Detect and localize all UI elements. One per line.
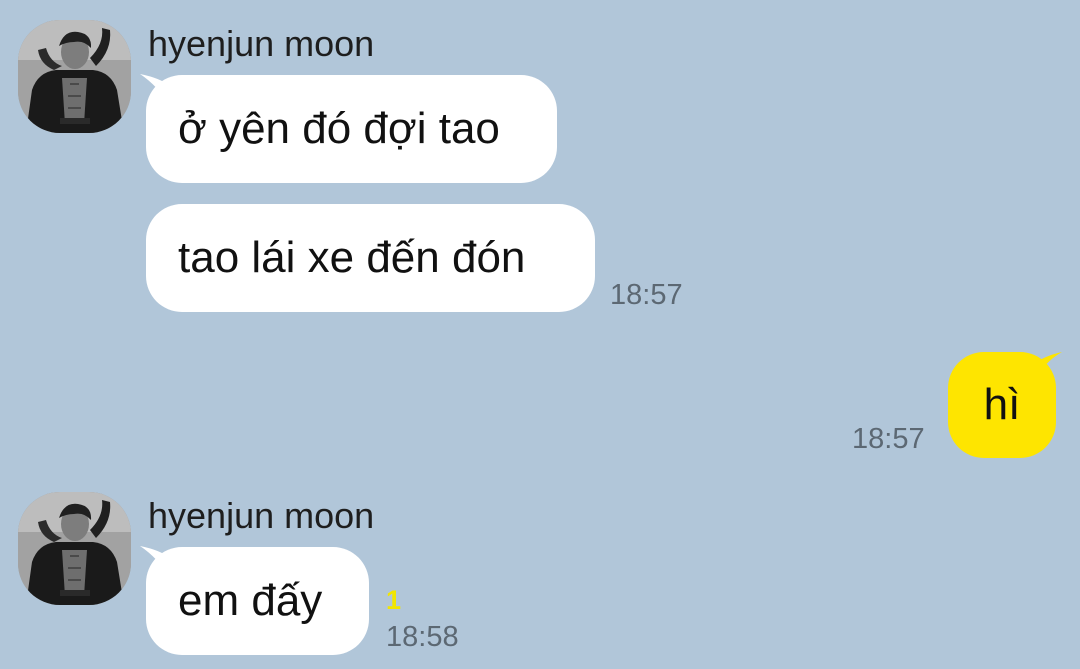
bubble-tail [1034, 352, 1062, 382]
message-text: ở yên đó đợi tao [178, 104, 500, 153]
sender-name: hyenjun moon [148, 23, 375, 64]
message-text: tao lái xe đến đón [178, 233, 526, 282]
message-bubble[interactable]: ở yên đó đợi tao [146, 75, 557, 183]
profile-photo-icon [18, 492, 131, 605]
message-timestamp: 18:57 [852, 423, 925, 455]
message-text: hì [983, 380, 1021, 429]
profile-photo-icon [18, 20, 131, 133]
message-timestamp: 18:58 [386, 621, 459, 653]
sender-avatar[interactable] [18, 492, 131, 605]
message-text: em đấy [178, 576, 323, 625]
sender-avatar[interactable] [18, 20, 131, 133]
sender-name: hyenjun moon [148, 495, 375, 536]
message-bubble[interactable]: em đấy [146, 547, 369, 655]
chat-room: hyenjun moon ở yên đó đợi tao tao lái xe… [0, 0, 1080, 669]
unread-count: 1 [386, 585, 402, 615]
message-timestamp: 18:57 [610, 279, 683, 311]
message-bubble[interactable]: tao lái xe đến đón [146, 204, 595, 312]
